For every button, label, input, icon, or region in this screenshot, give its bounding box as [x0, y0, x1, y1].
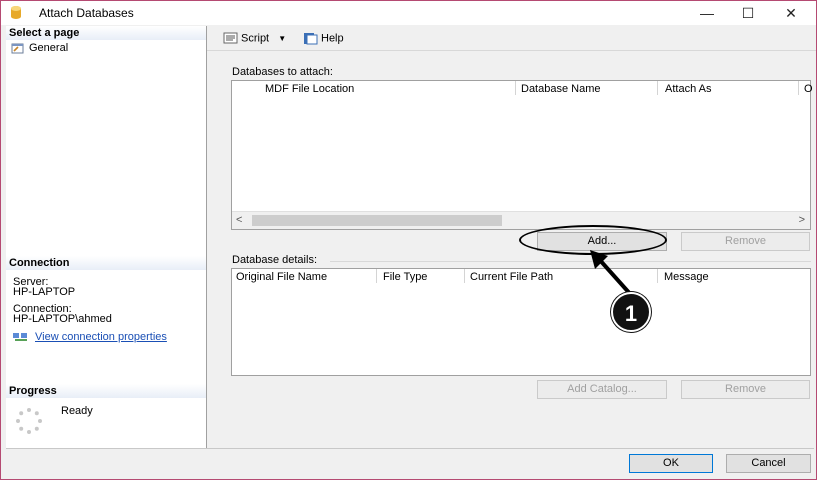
column-divider — [515, 81, 516, 95]
column-header-original-file-name[interactable]: Original File Name — [236, 271, 327, 283]
column-header-message[interactable]: Message — [664, 271, 709, 283]
view-connection-properties-link[interactable]: View connection properties — [35, 331, 167, 343]
help-icon — [304, 33, 318, 45]
column-header-database-name[interactable]: Database Name — [521, 83, 601, 95]
column-header-attach-as[interactable]: Attach As — [665, 83, 711, 95]
scroll-right-icon[interactable]: > — [799, 213, 805, 227]
window-title: Attach Databases — [39, 6, 134, 20]
help-label: Help — [321, 32, 344, 45]
column-divider — [657, 81, 658, 95]
column-divider — [464, 269, 465, 283]
progress-header: Progress — [6, 384, 206, 398]
title-bar: Attach Databases — ☐ ✕ — [1, 1, 816, 25]
page-item-label: General — [29, 42, 69, 54]
remove-database-button[interactable]: Remove — [681, 232, 810, 251]
help-button[interactable]: Help — [303, 32, 344, 45]
footer-separator — [6, 448, 814, 449]
databases-to-attach-grid[interactable]: MDF File Location Database Name Attach A… — [231, 80, 813, 230]
progress-status: Ready — [61, 405, 93, 417]
column-divider — [657, 269, 658, 283]
databases-to-attach-label: Databases to attach: — [232, 66, 333, 78]
column-header-mdf-file-location[interactable]: MDF File Location — [265, 83, 354, 95]
script-button[interactable]: Script ▼ — [223, 32, 286, 45]
server-value: HP-LAPTOP — [13, 286, 76, 298]
maximize-button[interactable]: ☐ — [728, 1, 768, 25]
column-header-owner[interactable]: O — [804, 83, 813, 95]
database-details-grid[interactable]: Original File Name File Type Current Fil… — [231, 268, 811, 376]
toolbar: Script ▼ Help — [207, 26, 816, 51]
wrench-page-icon — [11, 43, 24, 54]
connection-header: Connection — [6, 256, 206, 270]
main-panel: Script ▼ Help Databases to attach: MDF F… — [207, 26, 816, 449]
cancel-button[interactable]: Cancel — [726, 454, 811, 473]
page-item-general[interactable]: General — [11, 41, 68, 55]
remove-details-button[interactable]: Remove — [681, 380, 810, 399]
script-label: Script — [241, 32, 270, 45]
close-button[interactable]: ✕ — [771, 1, 811, 25]
connection-value: HP-LAPTOP\ahmed — [13, 313, 112, 325]
database-icon — [11, 6, 21, 19]
horizontal-scrollbar[interactable]: < > — [232, 211, 810, 229]
sidebar: Select a page General Connection Server:… — [6, 26, 207, 449]
progress-spinner-icon — [16, 408, 42, 434]
script-icon — [223, 32, 238, 44]
attach-databases-window: Attach Databases — ☐ ✕ Select a page Gen… — [0, 0, 817, 480]
scroll-left-icon[interactable]: < — [236, 213, 242, 227]
chevron-down-icon[interactable]: ▼ — [278, 34, 286, 43]
column-header-current-file-path[interactable]: Current File Path — [470, 271, 553, 283]
minimize-button[interactable]: — — [687, 1, 727, 25]
step-number-badge: 1 — [611, 292, 651, 332]
database-details-label: Database details: — [232, 254, 317, 266]
select-page-header: Select a page — [6, 26, 206, 40]
column-divider — [376, 269, 377, 283]
view-connection-properties[interactable]: View connection properties — [13, 332, 167, 343]
add-catalog-button[interactable]: Add Catalog... — [537, 380, 667, 399]
group-separator — [330, 261, 811, 262]
scrollbar-thumb[interactable] — [252, 215, 502, 226]
connection-properties-icon — [13, 333, 27, 342]
column-divider — [798, 81, 799, 95]
column-header-file-type[interactable]: File Type — [383, 271, 427, 283]
ok-button[interactable]: OK — [629, 454, 713, 473]
